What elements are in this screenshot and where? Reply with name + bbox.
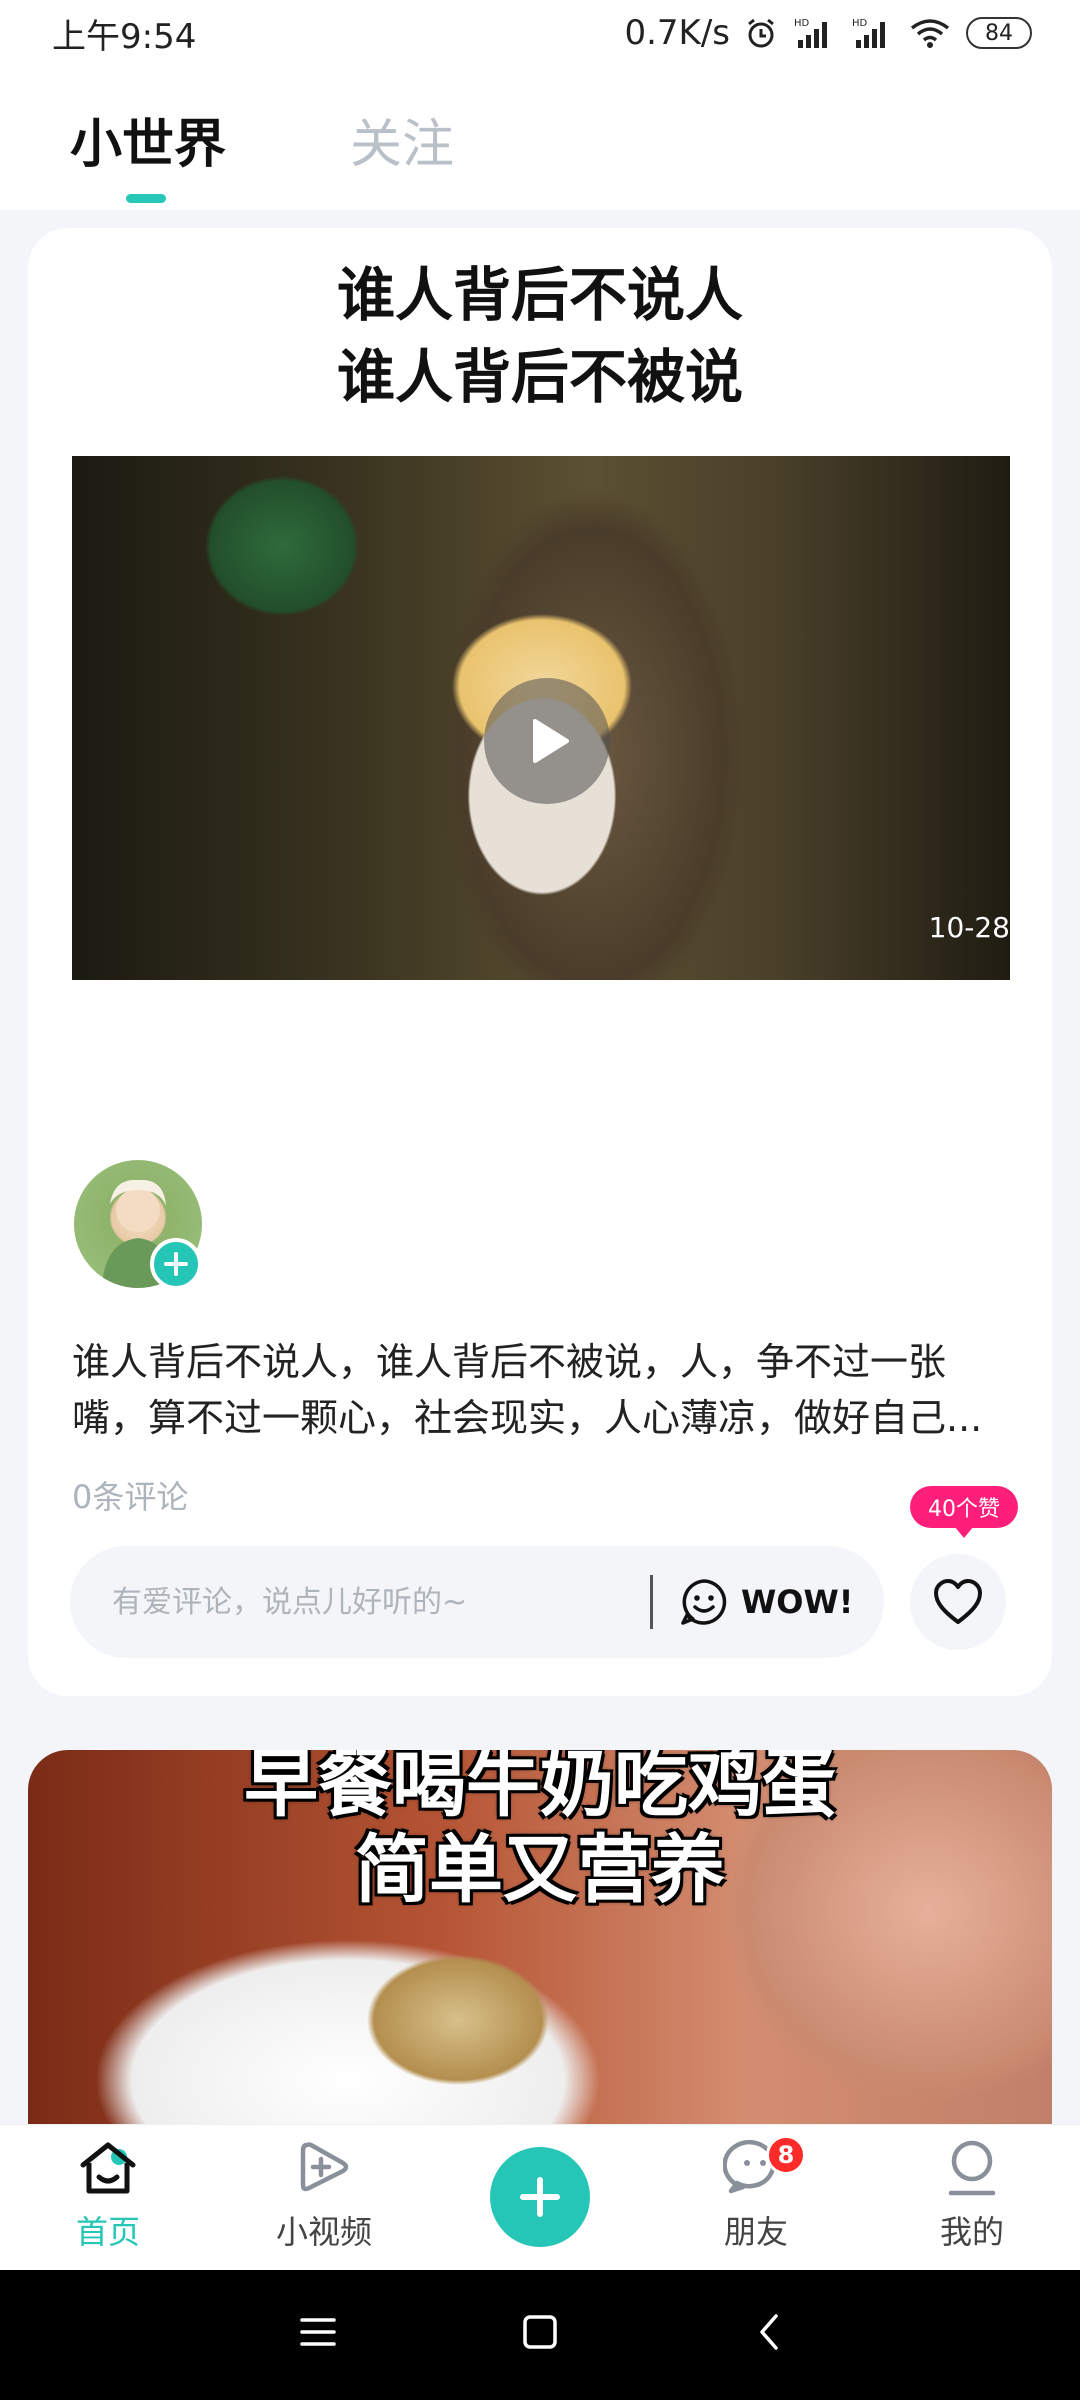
comment-box[interactable]: WOW! xyxy=(70,1546,884,1658)
image-caption: 简单又营养 xyxy=(355,1827,725,1913)
nav-friends[interactable]: 8 朋友 xyxy=(686,2135,826,2253)
post-card[interactable]: 谁人背后不说人 谁人背后不被说 10-28 遇见 VIP 谁人背后不说人，谁人背… xyxy=(28,228,1052,1696)
nav-me[interactable]: 我的 xyxy=(902,2137,1042,2253)
tab-small-world[interactable]: 小世界 xyxy=(70,102,226,177)
wifi-icon xyxy=(908,16,952,50)
heart-icon xyxy=(934,1579,982,1624)
divider xyxy=(650,1575,653,1629)
back-icon[interactable] xyxy=(752,2312,788,2356)
video-play-icon xyxy=(300,2142,349,2192)
notification-badge: 8 xyxy=(766,2135,806,2175)
smile-chat-icon xyxy=(681,1579,727,1625)
create-post-button[interactable] xyxy=(490,2147,590,2247)
top-tabs: 小世界 关注 xyxy=(0,66,1080,210)
post-heading-line: 谁人背后不说人 xyxy=(336,261,743,329)
nav-home[interactable]: 首页 xyxy=(38,2137,178,2253)
like-button[interactable] xyxy=(910,1554,1006,1650)
author-name[interactable]: 遇见 xyxy=(264,1170,340,1225)
nav-short-video[interactable]: 小视频 xyxy=(254,2137,394,2253)
follow-button[interactable] xyxy=(150,1238,202,1290)
signal-hd-icon: HD xyxy=(850,16,894,50)
nav-video-label: 小视频 xyxy=(275,2213,372,2251)
plus-icon xyxy=(164,1252,188,1276)
status-bar: 上午9:54 0.7K/s HD HD 84 xyxy=(0,0,1080,66)
play-button[interactable] xyxy=(484,678,610,804)
wow-button[interactable]: WOW! xyxy=(679,1577,853,1627)
status-icons: 0.7K/s HD HD 84 xyxy=(624,13,1032,53)
post-date: 10-28 xyxy=(928,911,1010,944)
bottom-nav: 首页 小视频 8 朋友 我的 xyxy=(0,2124,1080,2270)
nav-friends-label: 朋友 xyxy=(723,2213,788,2251)
signal-hd-icon: HD xyxy=(792,16,836,50)
nav-home-label: 首页 xyxy=(75,2213,140,2251)
post-heading-line: 谁人背后不被说 xyxy=(336,343,743,411)
home-icon xyxy=(80,2142,136,2194)
battery-level: 84 xyxy=(985,20,1013,46)
home-square-icon[interactable] xyxy=(522,2312,558,2356)
tab-following[interactable]: 关注 xyxy=(350,102,454,177)
alarm-icon xyxy=(744,16,778,50)
svg-text:HD: HD xyxy=(852,18,868,29)
post-card[interactable]: 早餐喝牛奶吃鸡蛋 简单又营养 xyxy=(28,1750,1052,2130)
post-text[interactable]: 谁人背后不说人，谁人背后不被说，人，争不过一张嘴，算不过一颗心，社会现实，人心薄… xyxy=(72,1334,1012,1446)
post-heading: 谁人背后不说人 谁人背后不被说 xyxy=(28,254,1052,418)
system-nav-bar xyxy=(0,2270,1080,2400)
status-time: 上午9:54 xyxy=(52,16,197,57)
active-tab-indicator xyxy=(126,194,166,203)
nav-me-label: 我的 xyxy=(939,2213,1004,2251)
battery-icon: 84 xyxy=(966,17,1032,49)
video-thumbnail[interactable]: 10-28 xyxy=(72,456,1010,980)
play-icon xyxy=(533,719,569,763)
vip-badge: VIP xyxy=(410,1170,464,1210)
svg-text:HD: HD xyxy=(794,18,810,29)
comment-input[interactable] xyxy=(70,1546,650,1658)
crown-icon xyxy=(358,1170,398,1210)
user-icon xyxy=(948,2140,996,2196)
network-speed: 0.7K/s xyxy=(624,13,730,53)
like-count-bubble: 40个赞 xyxy=(910,1486,1018,1538)
wow-label: WOW! xyxy=(741,1583,854,1621)
comment-count[interactable]: 0条评论 xyxy=(72,1472,188,1518)
menu-icon[interactable] xyxy=(300,2312,336,2356)
plus-icon xyxy=(520,2177,560,2217)
